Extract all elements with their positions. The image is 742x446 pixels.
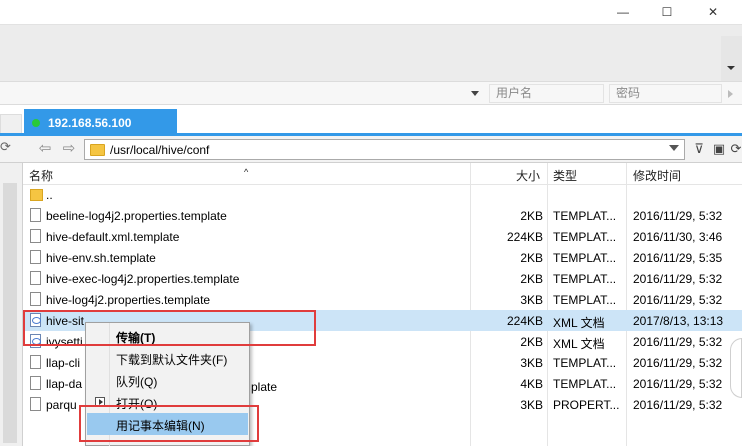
host-dropdown-button[interactable]	[466, 82, 486, 104]
tab-scroll-left[interactable]	[0, 114, 22, 135]
title-bar: — ☐ ✕	[0, 0, 742, 24]
file-row[interactable]: beeline-log4j2.properties.template 2KB TEM…	[23, 205, 742, 226]
file-size: 3KB	[520, 398, 543, 412]
filter-icon[interactable]: ⊽	[690, 141, 708, 157]
file-type: TEMPLAT...	[553, 356, 617, 370]
file-modified-date: 2016/11/29, 5:32	[633, 209, 723, 223]
file-name: parqu	[46, 398, 77, 412]
file-name-fragment: plate	[251, 380, 278, 394]
file-modified-date: 2016/11/29, 5:32	[633, 356, 723, 370]
column-header-name[interactable]: 名称	[29, 167, 53, 184]
file-size: 2KB	[520, 335, 543, 349]
toolbar-overflow-scroll[interactable]	[721, 36, 742, 81]
connect-arrow-icon[interactable]	[728, 90, 733, 98]
close-button[interactable]: ✕	[690, 0, 736, 24]
file-size: 2KB	[520, 251, 543, 265]
file-icon	[30, 229, 41, 243]
forward-arrow-icon[interactable]: ⇨	[60, 140, 78, 158]
maximize-icon: ☐	[661, 5, 673, 19]
close-icon: ✕	[707, 5, 719, 19]
file-name: hive-env.sh.template	[46, 251, 156, 265]
file-row[interactable]: hive-exec-log4j2.properties.template 2KB T…	[23, 268, 742, 289]
password-field[interactable]: 密码	[609, 84, 722, 103]
connection-bar: 用户名 密码	[0, 81, 742, 105]
minimize-button[interactable]: —	[600, 0, 646, 24]
file-icon	[30, 397, 41, 411]
chevron-down-icon[interactable]	[669, 145, 679, 151]
folder-icon	[30, 189, 43, 201]
file-icon	[30, 355, 41, 369]
connected-status-icon	[32, 118, 40, 127]
left-scrollbar[interactable]	[3, 183, 17, 443]
tab-session-192-168-56-100[interactable]: 192.168.56.100	[24, 109, 177, 136]
file-modified-date: 2016/11/29, 5:32	[633, 335, 723, 349]
file-modified-date: 2016/11/29, 5:32	[633, 377, 723, 391]
annotation-box-menu-item	[79, 405, 259, 442]
sort-caret-icon: ^	[244, 167, 249, 177]
tab-label: 192.168.56.100	[48, 115, 132, 130]
file-icon	[30, 376, 41, 390]
file-type: XML 文档	[553, 337, 605, 351]
path-bar: ⟳ ⇦ ⇨ /usr/local/hive/conf ⊽ ▣ ⟳	[0, 136, 742, 163]
file-modified-date: 2016/11/29, 5:32	[633, 293, 723, 307]
column-header-modified[interactable]: 修改时间	[633, 167, 681, 184]
file-row[interactable]: hive-env.sh.template 2KB TEMPLAT... 2016/11…	[23, 247, 742, 268]
side-panel-handle[interactable]	[730, 338, 742, 398]
menu-item-queue[interactable]: 队列(Q)	[87, 369, 248, 391]
chevron-down-icon	[727, 66, 735, 70]
file-icon	[30, 208, 41, 222]
file-icon	[30, 292, 41, 306]
session-tabstrip: 192.168.56.100	[0, 105, 742, 136]
file-size: 3KB	[520, 356, 543, 370]
file-type: TEMPLAT...	[553, 230, 617, 244]
path-input[interactable]: /usr/local/hive/conf	[84, 139, 685, 160]
menu-item-download-default[interactable]: 下载到默认文件夹(F)	[87, 347, 248, 369]
file-icon	[30, 250, 41, 264]
file-name: hive-exec-log4j2.properties.template	[46, 272, 240, 286]
file-name: ..	[46, 188, 53, 202]
annotation-box-selected-file	[23, 310, 316, 346]
file-name: beeline-log4j2.properties.template	[46, 209, 227, 223]
file-name: hive-default.xml.template	[46, 230, 180, 244]
file-modified-date: 2017/8/13, 13:13	[633, 314, 724, 328]
toolbar-area	[0, 24, 742, 81]
column-header-size[interactable]: 大小	[516, 167, 540, 184]
file-row[interactable]: hive-default.xml.template 224KB TEMPLAT...…	[23, 226, 742, 247]
minimize-icon: —	[617, 5, 629, 19]
file-modified-date: 2016/11/29, 5:35	[633, 251, 723, 265]
file-name: hive-log4j2.properties.template	[46, 293, 211, 307]
username-field[interactable]: 用户名	[489, 84, 604, 103]
open-folder-icon[interactable]: ▣	[710, 141, 728, 157]
file-size: 3KB	[520, 293, 543, 307]
file-modified-date: 2016/11/29, 5:32	[633, 272, 723, 286]
file-size: 224KB	[506, 230, 543, 244]
maximize-button[interactable]: ☐	[644, 0, 690, 24]
file-row[interactable]: hive-log4j2.properties.template 3KB TEMPLA…	[23, 289, 742, 310]
file-type: TEMPLAT...	[553, 377, 617, 391]
file-size: 2KB	[520, 272, 543, 286]
file-icon	[30, 271, 41, 285]
file-type: PROPERT...	[553, 398, 620, 412]
file-name: llap-da	[46, 377, 83, 391]
column-header-type[interactable]: 类型	[553, 167, 577, 184]
file-size: 4KB	[520, 377, 543, 391]
file-type: XML 文档	[553, 316, 605, 330]
file-size: 224KB	[506, 314, 543, 328]
file-type: TEMPLAT...	[553, 272, 617, 286]
file-type: TEMPLAT...	[553, 293, 617, 307]
file-size: 2KB	[520, 209, 543, 223]
refresh-icon[interactable]: ⟳	[0, 139, 14, 159]
refresh-icon[interactable]: ⟳	[727, 141, 742, 157]
left-panel-edge	[0, 163, 22, 446]
file-modified-date: 2016/11/30, 3:46	[633, 230, 723, 244]
file-row[interactable]: ..	[23, 184, 742, 205]
path-text: /usr/local/hive/conf	[110, 142, 210, 157]
file-type: TEMPLAT...	[553, 209, 617, 223]
file-name: llap-cli	[46, 356, 81, 370]
file-type: TEMPLAT...	[553, 251, 617, 265]
file-list-header: 名称 ^ 大小 类型 修改时间	[23, 163, 742, 185]
folder-icon	[90, 143, 105, 156]
file-modified-date: 2016/11/29, 5:32	[633, 398, 723, 412]
back-arrow-icon[interactable]: ⇦	[36, 140, 54, 158]
